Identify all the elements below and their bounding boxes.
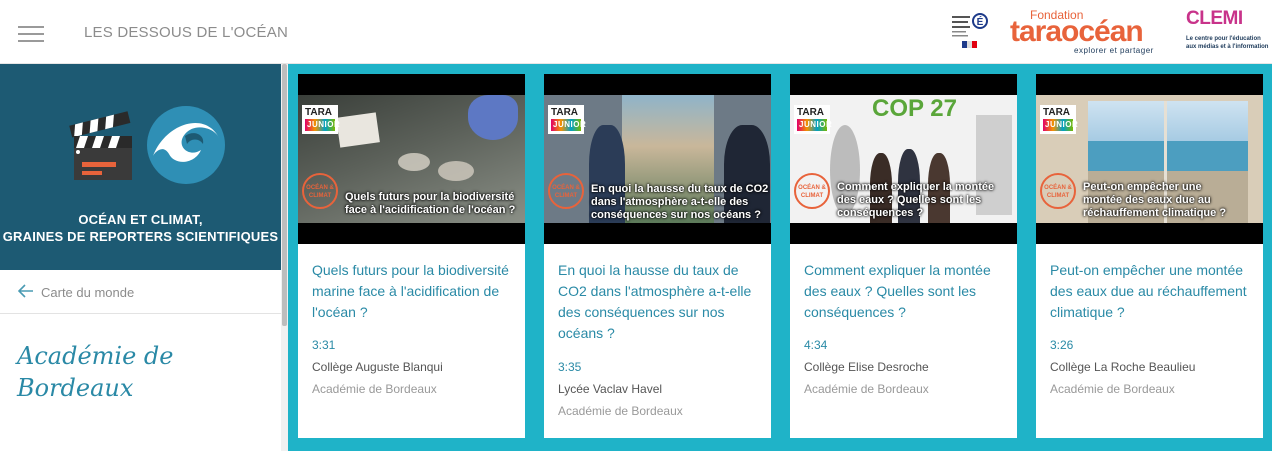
sidebar-scrollbar[interactable] [281,64,288,451]
clapperboard-icon [69,111,132,180]
tara-tagline-text: explorer et partager [1074,46,1154,55]
clemi-tagline-1: Le centre pour l'éducation [1186,36,1261,42]
video-duration: 3:31 [312,338,336,352]
tara-ocean-logo[interactable]: Fondation taraocéan explorer et partager [1010,8,1170,56]
tara-badge-text: TARA [797,107,825,118]
video-thumbnail[interactable]: TARA JUNIOR OCÉAN & CLIMAT Peut-on empêc… [1036,74,1263,244]
video-title[interactable]: En quoi la hausse du taux de CO2 dans l'… [558,260,758,344]
video-school: Collège Auguste Blanqui [312,360,443,374]
video-duration: 3:35 [558,360,582,374]
video-overlay-text: Quels futurs pour la biodiversité face à… [345,191,516,216]
video-duration: 4:34 [804,338,828,352]
video-title[interactable]: Quels futurs pour la biodiversité marine… [312,260,512,323]
junior-badge-text: JUNIOR [1043,119,1079,131]
tara-badge-text: TARA [305,107,333,118]
tara-badge-text: TARA [551,107,579,118]
site-title[interactable]: LES DESSOUS DE L'OCÉAN [84,24,288,41]
junior-badge-text: JUNIOR [551,119,587,131]
video-overlay-text: En quoi la hausse du taux de CO2 dans l'… [591,183,769,221]
ocean-climat-stamp: OCÉAN & CLIMAT [548,173,584,209]
banner-title-line2: GRAINES DE REPORTERS SCIENTIFIQUES [2,229,279,244]
tara-junior-badge: TARA JUNIOR [794,105,833,134]
project-banner: OCÉAN ET CLIMAT, GRAINES DE REPORTERS SC… [0,64,281,270]
cop27-text: COP 27 [872,95,957,122]
tara-junior-badge: TARA JUNIOR [302,105,341,134]
back-link-label: Carte du monde [41,285,135,300]
video-card[interactable]: TARA JUNIOR OCÉAN & CLIMAT Quels futurs … [298,74,525,438]
ocean-climat-stamp: OCÉAN & CLIMAT [302,173,338,209]
video-thumbnail[interactable]: TARA JUNIOR OCÉAN & CLIMAT En quoi la ha… [544,74,771,244]
junior-badge-text: JUNIOR [305,119,341,131]
sidebar: OCÉAN ET CLIMAT, GRAINES DE REPORTERS SC… [0,64,281,451]
video-card[interactable]: TARA JUNIOR OCÉAN & CLIMAT En quoi la ha… [544,74,771,438]
banner-title-line1: OCÉAN ET CLIMAT, [78,212,203,227]
tara-junior-badge: TARA JUNIOR [1040,105,1079,134]
top-bar: LES DESSOUS DE L'OCÉAN É Fondation tarao… [0,0,1272,64]
scrollbar-thumb[interactable] [282,64,287,326]
video-academy: Académie de Bordeaux [804,382,929,396]
wave-icon [147,106,225,184]
video-overlay-text: Comment expliquer la montée des eaux ? Q… [837,181,995,219]
video-card[interactable]: TARA JUNIOR OCÉAN & CLIMAT Peut-on empêc… [1036,74,1263,438]
clemi-tagline-2: aux médias et à l'information [1186,44,1269,50]
ministry-logo: É [952,13,988,48]
ocean-climat-stamp: OCÉAN & CLIMAT [794,173,830,209]
tara-badge-text: TARA [1043,107,1071,118]
ocean-climat-stamp: OCÉAN & CLIMAT [1040,173,1076,209]
video-thumbnail[interactable]: TARA JUNIOR OCÉAN & CLIMAT Quels futurs … [298,74,525,244]
video-school: Lycée Vaclav Havel [558,382,663,396]
menu-icon[interactable] [18,24,44,42]
video-card[interactable]: COP 27 TARA JUNIOR OCÉAN & CLIMAT Commen… [790,74,1017,438]
video-title[interactable]: Comment expliquer la montée des eaux ? Q… [804,260,1004,323]
back-to-world-map-link[interactable]: Carte du monde [0,270,281,314]
tara-junior-badge: TARA JUNIOR [548,105,587,134]
video-thumbnail[interactable]: COP 27 TARA JUNIOR OCÉAN & CLIMAT Commen… [790,74,1017,244]
video-grid: TARA JUNIOR OCÉAN & CLIMAT Quels futurs … [288,64,1272,451]
video-school: Collège Elise Desroche [804,360,929,374]
video-duration: 3:26 [1050,338,1074,352]
tara-name-text: taraocéan [1010,15,1144,48]
academy-title: Académie de Bordeaux [17,342,174,402]
video-overlay-text: Peut-on empêcher une montée des eaux due… [1083,181,1227,219]
video-school: Collège La Roche Beaulieu [1050,360,1196,374]
clemi-logo[interactable]: CLEMI Le centre pour l'éducation aux méd… [1186,8,1268,56]
clemi-name-text: CLEMI [1186,8,1243,29]
video-title[interactable]: Peut-on empêcher une montée des eaux due… [1050,260,1250,323]
junior-badge-text: JUNIOR [797,119,833,131]
video-academy: Académie de Bordeaux [558,404,683,418]
video-academy: Académie de Bordeaux [1050,382,1175,396]
arrow-left-icon [18,284,33,298]
video-academy: Académie de Bordeaux [312,382,437,396]
svg-text:É: É [977,15,984,28]
